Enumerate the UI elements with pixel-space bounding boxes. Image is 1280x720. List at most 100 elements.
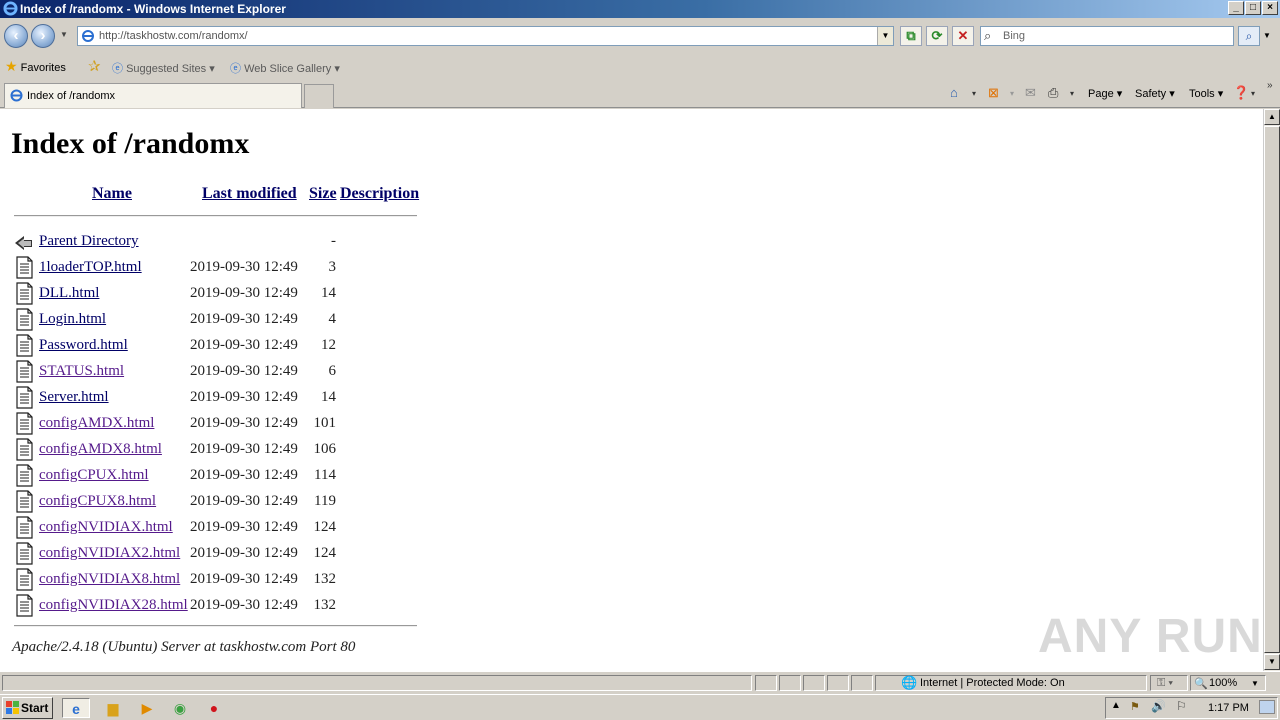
parent-directory-row: Parent Directory - [14,230,434,256]
file-date: 2019-09-30 12:49 [190,259,298,275]
chevron-more-icon[interactable]: » [1267,80,1273,91]
scroll-up-icon[interactable]: ▲ [1264,109,1280,125]
file-row: configAMDX8.html 2019-09-30 12:49 106 [14,438,434,464]
status-cell [827,675,849,691]
volume-icon[interactable]: 🔊 [1151,699,1166,713]
file-link[interactable]: STATUS.html [39,363,124,380]
url-text[interactable]: http://taskhostw.com/randomx/ [99,30,248,42]
help-dropdown-icon[interactable]: ▾ [1251,89,1255,98]
home-icon[interactable]: ⌂ [950,85,958,100]
file-link[interactable]: configAMDX.html [39,415,154,432]
file-link[interactable]: Login.html [39,311,106,328]
tab-label: Index of /randomx [27,90,116,102]
file-date: 2019-09-30 12:49 [190,363,298,379]
address-dropdown-icon[interactable]: ▼ [877,27,893,45]
search-input[interactable]: ⌕ Bing [980,26,1234,46]
forward-button[interactable]: › [31,24,55,48]
tray-expand-icon[interactable]: ▲ [1111,700,1121,711]
file-link[interactable]: configNVIDIAX28.html [39,597,188,614]
minimize-button[interactable]: _ [1228,1,1244,15]
close-button[interactable]: × [1262,1,1278,15]
taskbar-clock[interactable]: 1:17 PM [1208,702,1249,714]
stop-button[interactable]: ✕ [952,26,974,46]
search-icon: ⌕ [984,28,992,43]
file-link[interactable]: configCPUX8.html [39,493,156,510]
file-link[interactable]: DLL.html [39,285,99,302]
back-button[interactable]: ‹ [4,24,28,48]
network-icon[interactable]: ⚐ [1176,699,1187,713]
scroll-down-icon[interactable]: ▼ [1264,654,1280,670]
file-row: configAMDX.html 2019-09-30 12:49 101 [14,412,434,438]
recent-pages-dropdown-icon[interactable]: ▼ [60,30,68,39]
file-link[interactable]: configAMDX8.html [39,441,162,458]
file-link[interactable]: 1loaderTOP.html [39,259,142,276]
tools-menu[interactable]: Tools ▾ [1189,87,1223,100]
show-desktop-button[interactable] [1259,700,1275,714]
scroll-thumb[interactable] [1264,126,1280,653]
file-link[interactable]: configNVIDIAX2.html [39,545,180,562]
column-last-modified-link[interactable]: Last modified [202,185,297,203]
page-heading: Index of /randomx [11,127,250,160]
file-row: configCPUX.html 2019-09-30 12:49 114 [14,464,434,490]
document-icon [16,256,33,279]
tools-menu-label: Tools [1189,88,1215,100]
parent-size: - [331,233,336,249]
new-tab-button[interactable] [304,84,334,108]
home-dropdown-icon[interactable]: ▾ [972,89,976,98]
file-date: 2019-09-30 12:49 [190,389,298,405]
action-center-icon[interactable]: ⚑ [1130,700,1140,713]
file-link[interactable]: configCPUX.html [39,467,149,484]
feeds-icon[interactable]: ⊠ [988,85,999,101]
favorites-button[interactable]: ★ Favorites [5,58,66,75]
file-date: 2019-09-30 12:49 [190,415,298,431]
column-size-link[interactable]: Size [309,185,337,203]
taskbar-chrome-icon[interactable]: ◉ [169,698,191,718]
file-link[interactable]: configNVIDIAX.html [39,519,173,536]
address-bar[interactable]: http://taskhostw.com/randomx/ ▼ [77,26,894,46]
refresh-button[interactable]: ⟳ [926,26,948,46]
file-size: 3 [328,259,337,275]
page-menu[interactable]: Page ▾ [1088,87,1122,100]
ie-page-icon: ⓔ [112,63,123,75]
file-link[interactable]: configNVIDIAX8.html [39,571,180,588]
maximize-button[interactable]: □ [1245,1,1261,15]
column-description-link[interactable]: Description [340,185,419,203]
document-icon [16,282,33,305]
ie-logo-icon [3,1,18,16]
file-link[interactable]: Server.html [39,389,109,406]
file-date: 2019-09-30 12:49 [190,311,298,327]
windows-flag-icon [6,701,19,714]
safety-menu[interactable]: Safety ▾ [1135,87,1175,100]
file-size: 12 [321,337,336,353]
file-row: STATUS.html 2019-09-30 12:49 6 [14,360,434,386]
zoom-dropdown-icon[interactable]: ▼ [1251,679,1259,688]
file-link[interactable]: Password.html [39,337,128,354]
mail-icon[interactable]: ✉ [1025,85,1036,101]
column-name-link[interactable]: Name [92,185,132,203]
start-button[interactable]: Start [2,697,53,719]
status-cell [755,675,777,691]
feeds-dropdown-icon[interactable]: ▾ [1010,89,1014,98]
vertical-scrollbar[interactable]: ▲ ▼ [1263,109,1280,671]
add-to-favorites-bar-icon[interactable]: ✰ [88,57,101,75]
taskbar-media-player-icon[interactable]: ▶ [136,698,158,718]
search-options-icon[interactable]: ▼ [1263,31,1271,40]
print-icon[interactable]: ⎙ [1048,85,1058,101]
help-icon[interactable]: ❓ [1233,85,1249,101]
search-go-button[interactable]: ⌕ [1238,26,1260,46]
safety-menu-label: Safety [1135,88,1167,100]
web-slice-gallery-link[interactable]: ⓔ Web Slice Gallery ▾ [230,60,340,76]
print-dropdown-icon[interactable]: ▾ [1070,89,1074,98]
taskbar-opera-icon[interactable]: ● [203,698,225,718]
favorites-label: Favorites [20,62,66,74]
status-text-cell [2,675,752,691]
file-row: Login.html 2019-09-30 12:49 4 [14,308,434,334]
server-signature: Apache/2.4.18 (Ubuntu) Server at taskhos… [12,639,356,655]
tab-index-randomx[interactable]: Index of /randomx [4,83,302,108]
suggested-sites-link[interactable]: ⓔ Suggested Sites ▾ [112,60,215,76]
taskbar-folder-icon[interactable]: ▆ [102,698,124,718]
file-row: configNVIDIAX.html 2019-09-30 12:49 124 [14,516,434,542]
taskbar-ie-icon[interactable]: e [62,698,90,718]
parent-directory-link[interactable]: Parent Directory [39,233,139,250]
compatibility-view-button[interactable]: ⧉ [900,26,922,46]
